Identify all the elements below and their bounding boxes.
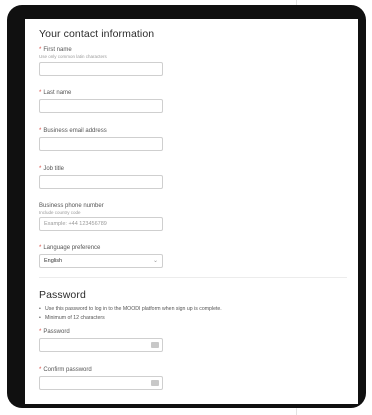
required-asterisk: * xyxy=(39,245,42,251)
contact-section-heading: Your contact information xyxy=(39,28,155,40)
required-asterisk: * xyxy=(39,47,42,53)
tablet-screen: Your contact information * First name Use… xyxy=(25,19,358,404)
password-manager-icon[interactable] xyxy=(151,342,159,348)
password-label-text: Password xyxy=(43,329,70,335)
job-title-label-text: Job title xyxy=(43,166,65,172)
first-name-label-text: First name xyxy=(43,47,72,53)
email-input[interactable] xyxy=(39,137,163,151)
phone-label: Business phone number xyxy=(39,203,104,209)
password-section-heading: Password xyxy=(39,289,86,301)
phone-placeholder: Example: +44 123456789 xyxy=(44,221,107,227)
last-name-label-text: Last name xyxy=(43,90,72,96)
section-divider xyxy=(39,277,347,278)
tablet-frame: Your contact information * First name Use… xyxy=(7,5,366,408)
last-name-input[interactable] xyxy=(39,99,163,113)
required-asterisk: * xyxy=(39,329,42,335)
password-label: * Password xyxy=(39,328,333,336)
job-title-label: * Job title xyxy=(39,165,333,173)
confirm-password-field: * Confirm password xyxy=(39,366,333,390)
language-field: * Language preference English ⌄ xyxy=(39,244,333,268)
password-field: * Password xyxy=(39,328,333,352)
language-selected-value: English xyxy=(44,258,63,264)
chevron-down-icon: ⌄ xyxy=(152,258,158,264)
first-name-label: * First name xyxy=(39,46,333,54)
confirm-password-label-text: Confirm password xyxy=(43,367,92,373)
required-asterisk: * xyxy=(39,90,42,96)
phone-field: Business phone number Include country co… xyxy=(39,202,333,231)
email-field: * Business email address xyxy=(39,127,333,151)
first-name-hint: Use only common latin characters xyxy=(39,54,107,59)
password-manager-icon[interactable] xyxy=(151,380,159,386)
last-name-label: * Last name xyxy=(39,89,333,97)
email-label: * Business email address xyxy=(39,127,333,135)
job-title-input[interactable] xyxy=(39,175,163,189)
first-name-input[interactable] xyxy=(39,62,163,76)
required-asterisk: * xyxy=(39,128,42,134)
job-title-field: * Job title xyxy=(39,165,333,189)
phone-input[interactable]: Example: +44 123456789 xyxy=(39,217,163,231)
signup-form: Your contact information * First name Use… xyxy=(25,19,347,390)
password-rule-item: Use this password to log in to the MOODI… xyxy=(39,305,333,314)
password-rule-item: Minimum of 12 characters xyxy=(39,314,333,323)
confirm-password-input[interactable] xyxy=(39,376,163,390)
required-asterisk: * xyxy=(39,367,42,373)
password-input[interactable] xyxy=(39,338,163,352)
language-select[interactable]: English ⌄ xyxy=(39,254,163,268)
first-name-field: * First name Use only common latin charac… xyxy=(39,46,333,76)
email-label-text: Business email address xyxy=(43,128,107,134)
password-rules-list: Use this password to log in to the MOODI… xyxy=(39,305,333,323)
required-asterisk: * xyxy=(39,166,42,172)
language-label-text: Language preference xyxy=(43,245,101,251)
confirm-password-label: * Confirm password xyxy=(39,366,333,374)
last-name-field: * Last name xyxy=(39,89,333,113)
language-label: * Language preference xyxy=(39,244,333,252)
phone-hint: Include country code xyxy=(39,210,81,215)
